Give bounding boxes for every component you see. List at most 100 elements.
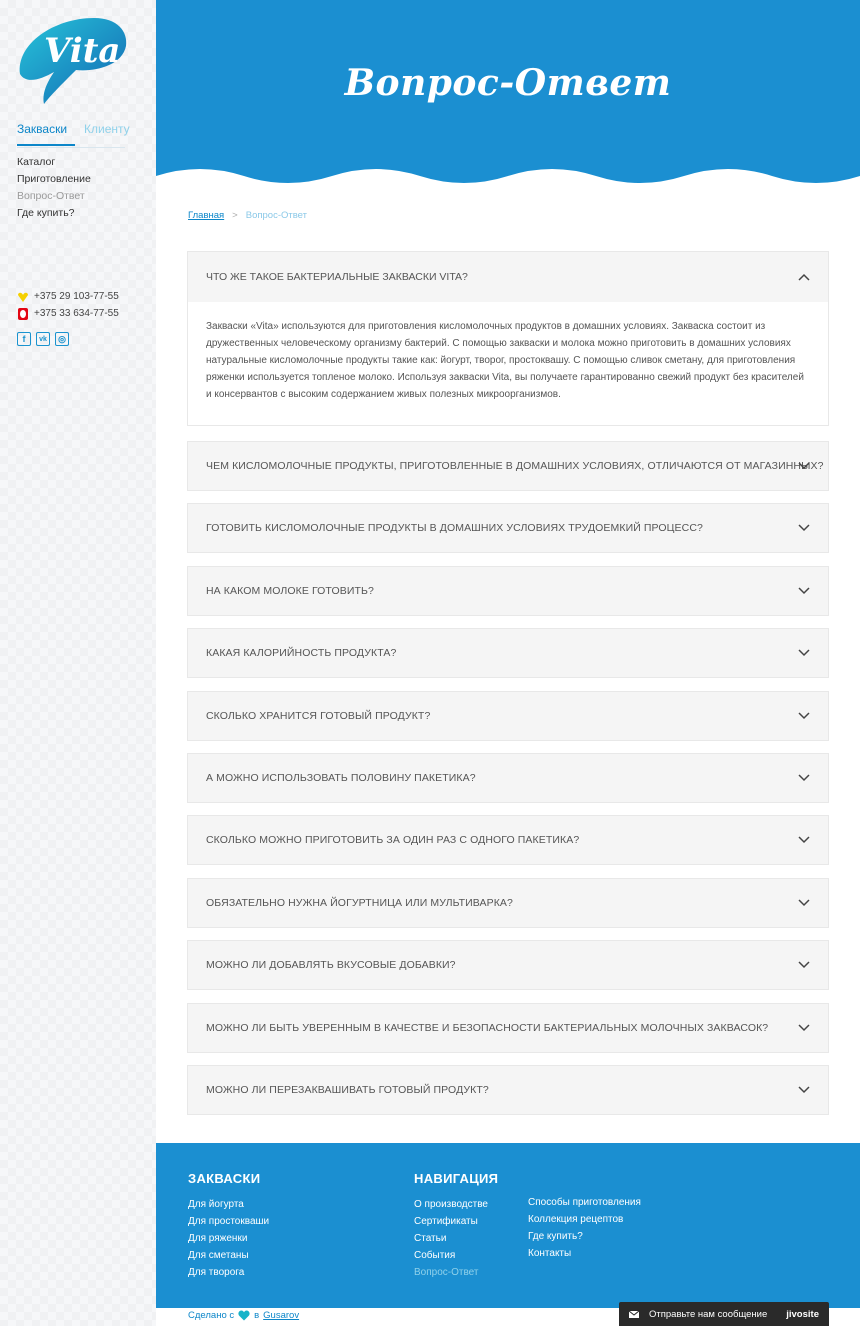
faq-question: А можно использовать половину пакетика? <box>206 772 476 784</box>
faq-question-header[interactable]: Обязательно нужна йогуртница или мультив… <box>187 878 829 928</box>
mail-icon <box>629 1310 639 1318</box>
faq-item: Сколько хранится готовый продукт? <box>187 691 829 741</box>
sidebar-item-catalog[interactable]: Каталог <box>17 154 91 171</box>
faq-question: На каком молоке готовить? <box>206 585 374 597</box>
sidebar-menu: Каталог Приготовление Вопрос-Ответ Где к… <box>17 154 91 222</box>
tab-zakvaski[interactable]: Закваски <box>17 122 75 146</box>
svg-text:Vita: Vita <box>44 31 120 71</box>
footer-link[interactable]: О производстве <box>414 1196 498 1213</box>
page-title: Вопрос-Ответ <box>344 62 672 104</box>
chevron-down-icon <box>798 1024 810 1032</box>
page-header: Вопрос-Ответ <box>156 0 860 190</box>
social-links: f vk ◎ <box>17 332 69 346</box>
footer-link[interactable]: Коллекция рецептов <box>528 1211 641 1228</box>
mts-icon <box>18 307 28 320</box>
chevron-down-icon <box>798 524 810 532</box>
footer-link[interactable]: Контакты <box>528 1245 641 1262</box>
credits-middle: в <box>254 1310 260 1321</box>
jivosite-logo: jivosite <box>786 1308 819 1320</box>
credits: Сделано с в Gusarov <box>188 1310 299 1321</box>
chevron-down-icon <box>798 899 810 907</box>
sidebar-item-where-to-buy[interactable]: Где купить? <box>17 205 91 222</box>
footer-col-extra: Способы приготовления Коллекция рецептов… <box>528 1194 641 1262</box>
faq-question-header[interactable]: Можно ли быть уверенным в качестве и без… <box>187 1003 829 1053</box>
faq-question: Какая калорийность продукта? <box>206 647 397 659</box>
phone-number: +375 33 634-77-55 <box>34 308 119 319</box>
breadcrumb-current: Вопрос-Ответ <box>245 210 307 221</box>
chevron-down-icon <box>798 1086 810 1094</box>
footer-link[interactable]: Для простокваши <box>188 1213 269 1230</box>
sidebar: Vita Закваски Клиенту Каталог Приготовле… <box>0 0 156 1326</box>
faq-question: Обязательно нужна йогуртница или мультив… <box>206 897 513 909</box>
faq-question: Можно ли перезаквашивать готовый продукт… <box>206 1084 489 1096</box>
faq-answer: Закваски «Vita» используются для пригото… <box>188 302 828 425</box>
velcom-icon <box>18 292 28 302</box>
breadcrumb: Главная > Вопрос-Ответ <box>188 210 307 221</box>
footer-link[interactable]: Для творога <box>188 1264 269 1281</box>
faq-question-header[interactable]: Чем кисломолочные продукты, приготовленн… <box>187 441 829 491</box>
instagram-icon[interactable]: ◎ <box>55 332 69 346</box>
faq-question-header[interactable]: Что же такое бактериальные закваски VITA… <box>188 252 828 302</box>
tab-klientu[interactable]: Клиенту <box>84 122 130 144</box>
faq-question: Чем кисломолочные продукты, приготовленн… <box>206 460 824 472</box>
heart-icon <box>238 1310 250 1321</box>
faq-item: На каком молоке готовить? <box>187 566 829 616</box>
breadcrumb-separator: > <box>232 210 238 221</box>
faq-question-header[interactable]: На каком молоке готовить? <box>187 566 829 616</box>
chevron-up-icon <box>798 273 810 281</box>
footer-link[interactable]: Способы приготовления <box>528 1194 641 1211</box>
footer-title: НАВИГАЦИЯ <box>414 1171 499 1186</box>
faq-item: Можно ли перезаквашивать готовый продукт… <box>187 1065 829 1115</box>
sidebar-item-preparation[interactable]: Приготовление <box>17 171 91 188</box>
footer-col-navigation: НАВИГАЦИЯ О производстве Сертификаты Ста… <box>414 1171 498 1281</box>
footer-link[interactable]: Статьи <box>414 1230 498 1247</box>
chevron-down-icon <box>798 836 810 844</box>
faq-question-header[interactable]: А можно использовать половину пакетика? <box>187 753 829 803</box>
chevron-down-icon <box>798 587 810 595</box>
credits-prefix: Сделано с <box>188 1310 235 1321</box>
faq-question: Что же такое бактериальные закваски VITA… <box>206 271 468 283</box>
facebook-icon[interactable]: f <box>17 332 31 346</box>
faq-item: Чем кисломолочные продукты, приготовленн… <box>187 441 829 491</box>
faq-item: Какая калорийность продукта? <box>187 628 829 678</box>
vita-logo[interactable]: Vita <box>14 14 130 106</box>
faq-item: А можно использовать половину пакетика? <box>187 753 829 803</box>
author-link[interactable]: Gusarov <box>263 1310 299 1321</box>
faq-question-header[interactable]: Какая калорийность продукта? <box>187 628 829 678</box>
footer-link[interactable]: Сертификаты <box>414 1213 498 1230</box>
chevron-down-icon <box>798 774 810 782</box>
faq-item: Можно ли быть уверенным в качестве и без… <box>187 1003 829 1053</box>
chat-widget-label: Отправьте нам сообщение <box>649 1308 768 1320</box>
phone-mts[interactable]: +375 33 634-77-55 <box>17 305 119 322</box>
faq-question-header[interactable]: Можно ли перезаквашивать готовый продукт… <box>187 1065 829 1115</box>
breadcrumb-home[interactable]: Главная <box>188 210 224 221</box>
sidebar-item-faq[interactable]: Вопрос-Ответ <box>17 188 91 205</box>
faq-question-header[interactable]: Сколько хранится готовый продукт? <box>187 691 829 741</box>
faq-item: Обязательно нужна йогуртница или мультив… <box>187 878 829 928</box>
footer: ЗАКВАСКИ Для йогурта Для простокваши Для… <box>156 1143 860 1308</box>
footer-col-zakvaski: ЗАКВАСКИ Для йогурта Для простокваши Для… <box>188 1171 269 1281</box>
faq-question: Готовить кисломолочные продукты в домашн… <box>206 522 703 534</box>
footer-link[interactable]: События <box>414 1247 498 1264</box>
phone-number: +375 29 103-77-55 <box>34 291 119 302</box>
faq-item: Можно ли добавлять вкусовые добавки? <box>187 940 829 990</box>
faq-question-header[interactable]: Готовить кисломолочные продукты в домашн… <box>187 503 829 553</box>
chevron-down-icon <box>798 712 810 720</box>
footer-link[interactable]: Для сметаны <box>188 1247 269 1264</box>
chevron-down-icon <box>798 462 810 470</box>
footer-link[interactable]: Для йогурта <box>188 1196 269 1213</box>
vk-icon[interactable]: vk <box>36 332 50 346</box>
faq-item: Готовить кисломолочные продукты в домашн… <box>187 503 829 553</box>
chat-widget-button[interactable]: Отправьте нам сообщение jivosite <box>619 1302 829 1326</box>
phone-list: +375 29 103-77-55 +375 33 634-77-55 <box>17 288 119 322</box>
faq-question-header[interactable]: Сколько можно приготовить за один раз с … <box>187 815 829 865</box>
footer-link[interactable]: Где купить? <box>528 1228 641 1245</box>
footer-title: ЗАКВАСКИ <box>188 1171 261 1186</box>
footer-link-current[interactable]: Вопрос-Ответ <box>414 1264 498 1281</box>
faq-question: Можно ли добавлять вкусовые добавки? <box>206 959 456 971</box>
faq-question-header[interactable]: Можно ли добавлять вкусовые добавки? <box>187 940 829 990</box>
chevron-down-icon <box>798 649 810 657</box>
faq-question: Можно ли быть уверенным в качестве и без… <box>206 1022 769 1034</box>
footer-link[interactable]: Для ряженки <box>188 1230 269 1247</box>
phone-velcom[interactable]: +375 29 103-77-55 <box>17 288 119 305</box>
